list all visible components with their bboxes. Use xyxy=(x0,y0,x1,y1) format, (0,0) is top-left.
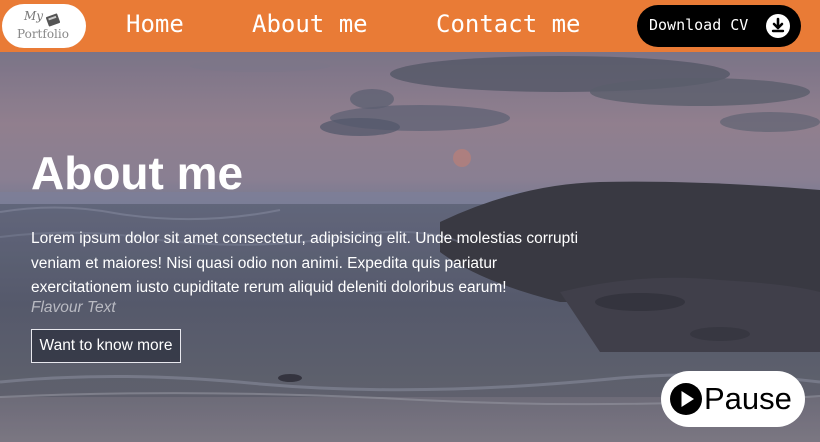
logo-text-my: My xyxy=(24,9,44,23)
nav-about-link[interactable]: About me xyxy=(252,10,368,38)
download-circle-icon xyxy=(766,14,790,38)
logo-text-portfolio: Portfolio xyxy=(17,27,69,41)
video-pause-button[interactable]: Pause xyxy=(661,371,805,427)
navbar: My Portfolio Home About me Contact me Do… xyxy=(0,0,820,52)
book-icon xyxy=(45,13,61,27)
download-cv-button[interactable]: Download CV xyxy=(637,5,801,47)
about-description: Lorem ipsum dolor sit amet consectetur, … xyxy=(31,230,579,296)
page-title: About me xyxy=(31,147,244,199)
nav-home-link[interactable]: Home xyxy=(126,10,184,38)
logo[interactable]: My Portfolio xyxy=(2,4,86,48)
play-icon xyxy=(670,383,702,415)
nav-contact-link[interactable]: Contact me xyxy=(436,10,581,38)
download-cv-label: Download CV xyxy=(649,16,749,34)
video-pause-label: Pause xyxy=(704,381,792,416)
flavour-text: Flavour Text xyxy=(31,299,116,316)
want-to-know-more-button[interactable]: Want to know more xyxy=(31,329,181,363)
